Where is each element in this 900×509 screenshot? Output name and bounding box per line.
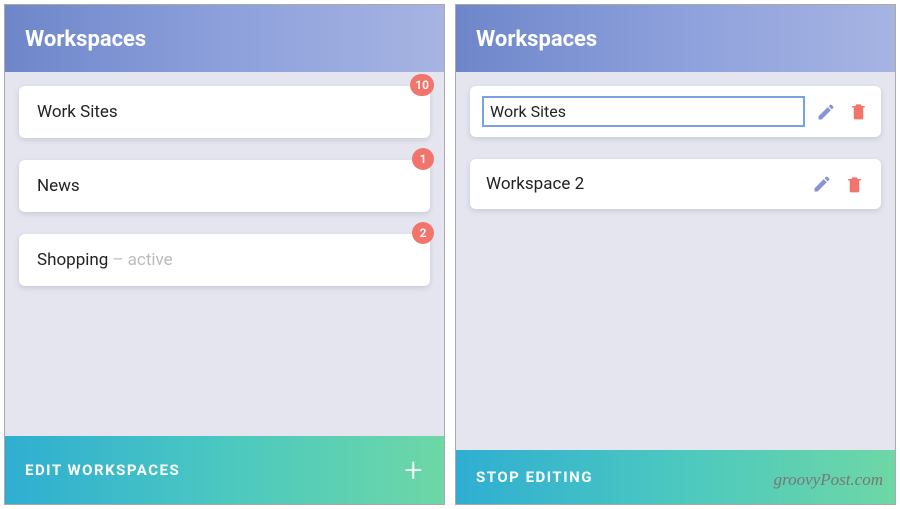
footer-label: EDIT WORKSPACES (25, 461, 180, 479)
workspace-item-work-sites[interactable]: Work Sites 10 (19, 86, 430, 138)
workspace-label: News (37, 176, 80, 196)
workspace-item-news[interactable]: News 1 (19, 160, 430, 212)
count-badge: 1 (412, 148, 434, 170)
workspace-edit-item-work-sites (470, 86, 881, 137)
panel-header: Workspaces (456, 5, 895, 72)
plus-icon: + (404, 454, 424, 486)
workspace-edit-list: Workspace 2 (456, 72, 895, 450)
pencil-icon[interactable] (815, 101, 837, 123)
active-indicator: – active (112, 250, 172, 270)
count-badge: 2 (412, 222, 434, 244)
pencil-icon[interactable] (811, 173, 833, 195)
footer-label: STOP EDITING (476, 468, 593, 486)
count-badge: 10 (410, 74, 434, 96)
workspaces-panel-editing: Workspaces Workspace 2 STOP EDITING groo… (455, 4, 896, 505)
workspace-list: Work Sites 10 News 1 Shopping – active 2 (5, 72, 444, 436)
header-title: Workspaces (25, 27, 146, 52)
workspace-label: Shopping (37, 250, 108, 270)
trash-icon[interactable] (843, 173, 865, 195)
edit-workspaces-button[interactable]: EDIT WORKSPACES + (5, 436, 444, 504)
workspace-name-input[interactable] (482, 96, 805, 127)
workspace-label: Workspace 2 (486, 174, 801, 194)
trash-icon[interactable] (847, 101, 869, 123)
panel-header: Workspaces (5, 5, 444, 72)
workspace-label: Work Sites (37, 102, 118, 122)
workspaces-panel-normal: Workspaces Work Sites 10 News 1 Shopping… (4, 4, 445, 505)
workspace-item-shopping[interactable]: Shopping – active 2 (19, 234, 430, 286)
header-title: Workspaces (476, 27, 597, 52)
watermark: groovyPost.com (774, 470, 883, 490)
workspace-edit-item-workspace-2: Workspace 2 (470, 159, 881, 209)
